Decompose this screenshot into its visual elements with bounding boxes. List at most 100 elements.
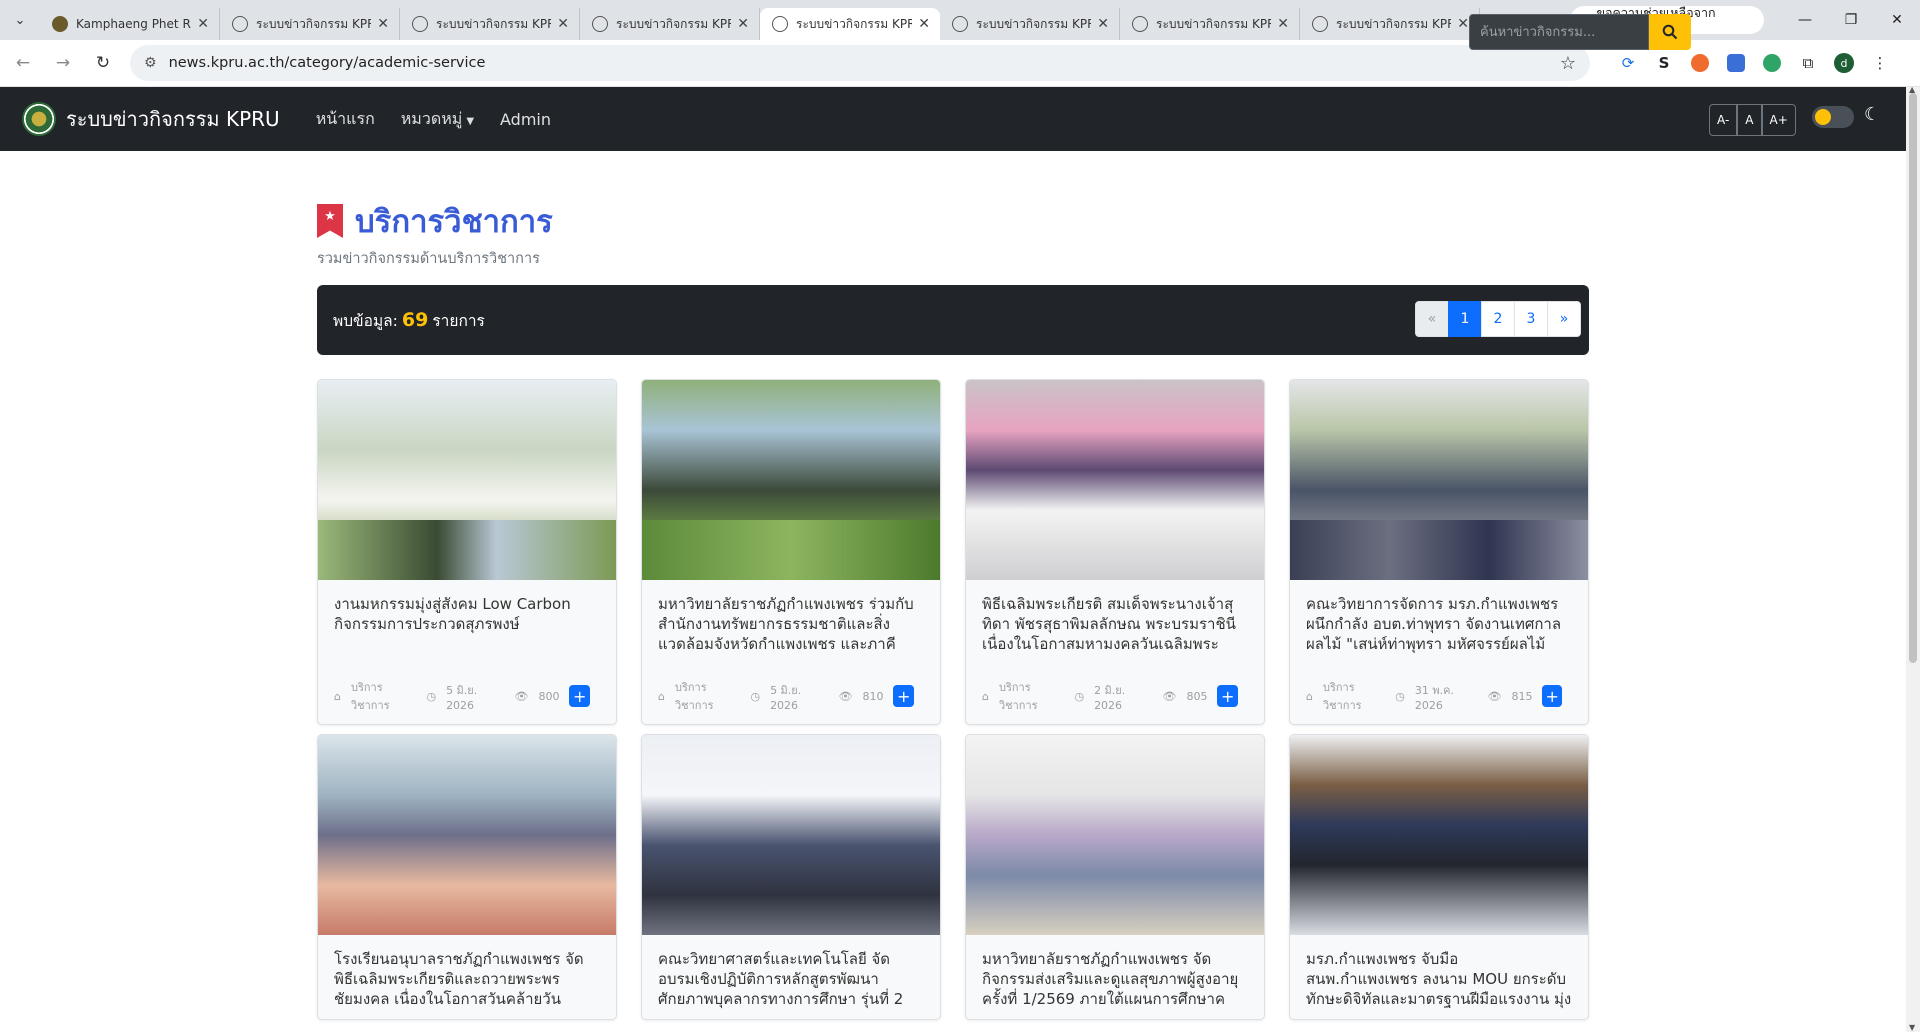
tab-title: ระบบข่าวกิจกรรม KPRU	[436, 16, 551, 31]
news-card[interactable]: มหาวิทยาลัยราชภัฏกำแพงเพชร ร่วมกับ สำนัก…	[641, 379, 941, 725]
news-card-image[interactable]	[1290, 380, 1588, 580]
news-card-image[interactable]	[318, 380, 616, 580]
sync-extension-icon[interactable]: ⟳	[1610, 54, 1646, 72]
browser-tab[interactable]: ระบบข่าวกิจกรรม KPRU ✕	[1120, 8, 1300, 40]
news-card-image[interactable]	[1290, 735, 1588, 935]
news-card-title[interactable]: มรภ.กำแพงเพชร จับมือ สนพ.กำแพงเพชร ลงนาม…	[1306, 949, 1572, 1009]
profile-avatar[interactable]: d	[1834, 53, 1854, 73]
browser-tab[interactable]: ระบบข่าวกิจกรรม KPRU ✕	[220, 8, 400, 40]
minimize-icon[interactable]: —	[1782, 0, 1828, 40]
page-heading: ★ บริการวิชาการ	[317, 196, 553, 246]
add-button[interactable]: +	[569, 685, 590, 707]
browser-tab[interactable]: Kamphaeng Phet Ra ✕	[40, 8, 220, 40]
tab-search-chevron-icon[interactable]: ⌄	[0, 0, 40, 40]
news-card-title[interactable]: คณะวิทยาการจัดการ มรภ.กำแพงเพชร ผนึกกำลั…	[1306, 594, 1572, 654]
news-card-title[interactable]: งานมหกรรมมุ่งสู่สังคม Low Carbon กิจกรรม…	[334, 594, 600, 654]
news-card-image[interactable]	[966, 380, 1264, 580]
forward-arrow-icon[interactable]: →	[46, 53, 80, 73]
font-increase-button[interactable]: A+	[1761, 104, 1796, 136]
close-icon[interactable]: ✕	[197, 16, 209, 32]
add-button[interactable]: +	[893, 685, 914, 707]
news-card[interactable]: งานมหกรรมมุ่งสู่สังคม Low Carbon กิจกรรม…	[317, 379, 617, 725]
site-brand[interactable]: ระบบข่าวกิจกรรม KPRU	[66, 103, 280, 135]
close-icon[interactable]: ✕	[1277, 16, 1289, 32]
news-card-category: บริการวิชาการ	[674, 681, 714, 712]
orange-extension-icon[interactable]	[1682, 54, 1718, 72]
news-card-title[interactable]: คณะวิทยาศาสตร์และเทคโนโลยี จัดอบรมเชิงปฏ…	[658, 949, 924, 1009]
news-card-meta: ⌂ บริการวิชาการ ◷ 2 มิ.ย. 2026 👁 805 +	[982, 678, 1248, 714]
pagination-prev[interactable]: «	[1415, 301, 1449, 337]
close-icon[interactable]: ✕	[918, 16, 930, 32]
tab-title: ระบบข่าวกิจกรรม KPRU	[1156, 16, 1271, 31]
s-extension-icon[interactable]: S	[1646, 54, 1682, 72]
news-card-category: บริการวิชาการ	[998, 681, 1038, 712]
result-prefix: พบข้อมูล:	[333, 311, 398, 330]
news-card-image[interactable]	[966, 735, 1264, 935]
pagination-page-3[interactable]: 3	[1514, 301, 1548, 337]
theme-toggle[interactable]	[1812, 106, 1854, 128]
nav-admin[interactable]: Admin	[500, 110, 551, 129]
news-card[interactable]: มหาวิทยาลัยราชภัฏกำแพงเพชร จัดกิจกรรมส่ง…	[965, 734, 1265, 1020]
tab-title: ระบบข่าวกิจกรรม KPRU	[256, 16, 371, 31]
kpru-logo[interactable]	[22, 102, 56, 136]
clock-icon: ◷	[750, 689, 761, 703]
pagination-page-2[interactable]: 2	[1481, 301, 1515, 337]
close-icon[interactable]: ✕	[1457, 16, 1469, 32]
news-card[interactable]: พิธีเฉลิมพระเกียรติ สมเด็จพระนางเจ้าสุทิ…	[965, 379, 1265, 725]
scrollbar-thumb[interactable]	[1909, 93, 1917, 663]
browser-tab-active[interactable]: ระบบข่าวกิจกรรม KPRU ✕	[760, 8, 940, 40]
address-bar[interactable]: ⚙ news.kpru.ac.th/category/academic-serv…	[130, 45, 1590, 81]
news-card-title[interactable]: โรงเรียนอนุบาลราชภัฏกำแพงเพชร จัดพิธีเฉล…	[334, 949, 600, 1009]
font-reset-button[interactable]: A	[1737, 104, 1762, 136]
browser-tab[interactable]: ระบบข่าวกิจกรรม KPRU ✕	[940, 8, 1120, 40]
news-card-title[interactable]: มหาวิทยาลัยราชภัฏกำแพงเพชร ร่วมกับ สำนัก…	[658, 594, 924, 654]
globe-icon	[1312, 16, 1328, 32]
bookmark-star-icon[interactable]: ☆	[1560, 53, 1576, 74]
pagination-next[interactable]: »	[1547, 301, 1581, 337]
browser-tab[interactable]: ระบบข่าวกิจกรรม KPRU ✕	[580, 8, 760, 40]
green-extension-icon[interactable]	[1754, 54, 1790, 72]
news-card[interactable]: คณะวิทยาการจัดการ มรภ.กำแพงเพชร ผนึกกำลั…	[1289, 379, 1589, 725]
back-arrow-icon[interactable]: ←	[6, 53, 40, 73]
nav-categories-dropdown[interactable]: หมวดหมู่ ▼	[401, 107, 474, 132]
news-card-image[interactable]	[318, 735, 616, 935]
nav-home[interactable]: หน้าแรก	[316, 107, 375, 132]
add-button[interactable]: +	[1542, 685, 1562, 707]
news-card-category: บริการวิชาการ	[350, 681, 390, 712]
close-icon[interactable]: ✕	[1097, 16, 1109, 32]
eye-icon: 👁	[1487, 689, 1502, 703]
page-scrollbar[interactable]: ▲ ▼	[1906, 85, 1920, 1032]
puzzle-extensions-icon[interactable]: ⧉	[1790, 54, 1826, 72]
close-icon[interactable]: ✕	[557, 16, 569, 32]
close-window-icon[interactable]: ✕	[1874, 0, 1920, 40]
search-button[interactable]	[1649, 14, 1691, 50]
eye-icon: 👁	[514, 689, 529, 703]
add-button[interactable]: +	[1217, 685, 1238, 707]
site-settings-icon[interactable]: ⚙	[144, 55, 157, 71]
font-decrease-button[interactable]: A-	[1709, 104, 1738, 136]
globe-icon	[232, 16, 248, 32]
news-card[interactable]: คณะวิทยาศาสตร์และเทคโนโลยี จัดอบรมเชิงปฏ…	[641, 734, 941, 1020]
browser-tab[interactable]: ระบบข่าวกิจกรรม KPRU ✕	[400, 8, 580, 40]
news-card-title[interactable]: มหาวิทยาลัยราชภัฏกำแพงเพชร จัดกิจกรรมส่ง…	[982, 949, 1248, 1009]
reload-icon[interactable]: ↻	[86, 53, 120, 73]
news-card-title[interactable]: พิธีเฉลิมพระเกียรติ สมเด็จพระนางเจ้าสุทิ…	[982, 594, 1248, 654]
news-card-image[interactable]	[642, 735, 940, 935]
news-card-image[interactable]	[642, 380, 940, 580]
search-input[interactable]	[1469, 14, 1649, 50]
close-icon[interactable]: ✕	[377, 16, 389, 32]
pagination-page-1[interactable]: 1	[1448, 301, 1482, 337]
url-text[interactable]: news.kpru.ac.th/category/academic-servic…	[169, 55, 1560, 71]
scroll-down-arrow-icon[interactable]: ▼	[1909, 1023, 1915, 1032]
browser-menu-icon[interactable]: ⋮	[1862, 54, 1898, 72]
blue-extension-icon[interactable]	[1718, 54, 1754, 72]
close-icon[interactable]: ✕	[737, 16, 749, 32]
restore-icon[interactable]: ❐	[1828, 0, 1874, 40]
news-card[interactable]: โรงเรียนอนุบาลราชภัฏกำแพงเพชร จัดพิธีเฉล…	[317, 734, 617, 1020]
site-search	[1469, 14, 1691, 50]
clock-icon: ◷	[1074, 689, 1085, 703]
news-card-date: 2 มิ.ย. 2026	[1094, 683, 1126, 712]
search-icon	[1662, 24, 1678, 40]
browser-tab[interactable]: ระบบข่าวกิจกรรม KPRU ✕	[1300, 8, 1480, 40]
news-card[interactable]: มรภ.กำแพงเพชร จับมือ สนพ.กำแพงเพชร ลงนาม…	[1289, 734, 1589, 1020]
